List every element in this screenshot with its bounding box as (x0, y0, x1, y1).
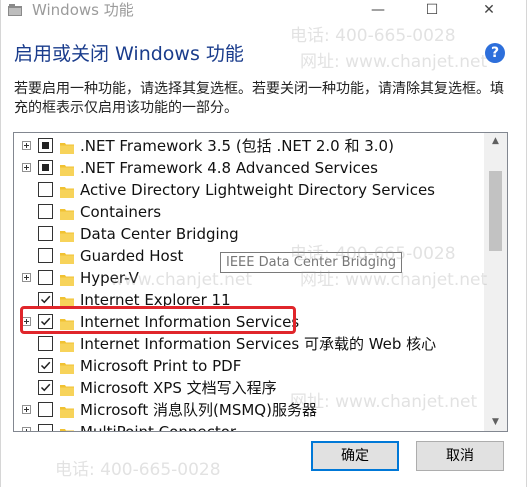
feature-checkbox[interactable] (38, 380, 53, 395)
dialog-description: 若要启用一种功能，请选择其复选框。若要关闭一种功能，请清除其复选框。填充的框表示… (14, 81, 504, 116)
folder-icon (60, 381, 74, 396)
feature-checkbox[interactable] (38, 336, 53, 351)
folder-icon (60, 293, 74, 308)
folder-icon (60, 205, 74, 220)
folder-icon (60, 227, 74, 242)
feature-row[interactable]: .NET Framework 3.5 (包括 .NET 2.0 和 3.0) (14, 135, 484, 157)
folder-icon (60, 337, 74, 352)
feature-label: Internet Information Services (80, 313, 300, 331)
feature-checkbox[interactable] (38, 358, 53, 373)
feature-label: Microsoft XPS 文档写入程序 (80, 379, 277, 397)
feature-label: Active Directory Lightweight Directory S… (80, 181, 435, 199)
feature-label: Hyper-V (80, 269, 139, 287)
folder-icon (60, 249, 74, 264)
dialog-heading: 启用或关闭 Windows 功能 (14, 43, 244, 65)
feature-row[interactable]: Internet Information Services 可承载的 Web 核… (14, 333, 484, 355)
feature-row[interactable]: Microsoft Print to PDF (14, 355, 484, 377)
close-button[interactable]: ✕ (466, 0, 512, 22)
feature-label: Internet Information Services 可承载的 Web 核… (80, 335, 437, 353)
cancel-button[interactable]: 取消 (416, 441, 504, 471)
feature-row[interactable]: .NET Framework 4.8 Advanced Services (14, 157, 484, 179)
features-tree-list[interactable]: .NET Framework 3.5 (包括 .NET 2.0 和 3.0) .N… (13, 132, 508, 432)
feature-checkbox[interactable] (38, 292, 53, 307)
feature-checkbox[interactable] (38, 314, 53, 329)
watermark-phone: 电话: 400-665-0028 (55, 460, 221, 480)
feature-label: .NET Framework 4.8 Advanced Services (80, 159, 378, 177)
help-icon[interactable]: ? (485, 43, 505, 63)
folder-icon (60, 161, 74, 176)
feature-label: Microsoft Print to PDF (80, 357, 242, 375)
windows-features-app-icon (8, 2, 22, 16)
scroll-up-arrow-icon[interactable]: ▲ (484, 133, 507, 150)
folder-icon (60, 183, 74, 198)
expand-icon[interactable] (22, 163, 31, 172)
expand-icon[interactable] (22, 273, 31, 282)
watermark-site: 网址: www.chanjet.net (300, 52, 488, 72)
title-bar: Windows 功能 — ☐ ✕ (0, 0, 527, 22)
folder-icon (60, 271, 74, 286)
feature-checkbox[interactable] (38, 182, 53, 197)
feature-row[interactable]: Microsoft 消息队列(MSMQ)服务器 (14, 399, 484, 421)
feature-checkbox[interactable] (38, 402, 53, 417)
feature-label: Data Center Bridging (80, 225, 239, 243)
feature-label: MultiPoint Connector (80, 421, 236, 431)
feature-label: Microsoft 消息队列(MSMQ)服务器 (80, 401, 317, 419)
feature-tooltip: IEEE Data Center Bridging (220, 252, 403, 273)
feature-row[interactable]: Active Directory Lightweight Directory S… (14, 179, 484, 201)
features-tree-items: .NET Framework 3.5 (包括 .NET 2.0 和 3.0) .N… (14, 133, 484, 431)
feature-checkbox[interactable] (38, 424, 53, 431)
expand-icon[interactable] (22, 317, 31, 326)
watermark-phone: 电话: 400-665-0028 (290, 26, 456, 46)
folder-icon (60, 359, 74, 374)
scrollbar-thumb[interactable] (489, 171, 502, 251)
windows-features-dialog: Windows 功能 — ☐ ✕ 启用或关闭 Windows 功能 ? 若要启用… (0, 0, 527, 487)
expand-icon[interactable] (22, 141, 31, 150)
expand-icon[interactable] (22, 405, 31, 414)
expand-icon[interactable] (22, 427, 31, 431)
feature-label: .NET Framework 3.5 (包括 .NET 2.0 和 3.0) (80, 137, 394, 155)
feature-label: Guarded Host (80, 247, 184, 265)
folder-icon (60, 315, 74, 330)
feature-checkbox[interactable] (38, 226, 53, 241)
feature-checkbox[interactable] (38, 138, 53, 153)
vertical-scrollbar[interactable]: ▲ ▼ (484, 133, 507, 431)
feature-row[interactable]: Containers (14, 201, 484, 223)
ok-button[interactable]: 确定 (311, 441, 399, 471)
feature-row[interactable]: MultiPoint Connector (14, 421, 484, 431)
window-title: Windows 功能 (32, 1, 134, 19)
feature-row[interactable]: Microsoft XPS 文档写入程序 (14, 377, 484, 399)
maximize-button[interactable]: ☐ (409, 0, 455, 22)
folder-icon (60, 425, 74, 431)
feature-label: Containers (80, 203, 162, 221)
feature-label: Internet Explorer 11 (80, 291, 231, 309)
feature-checkbox[interactable] (38, 270, 53, 285)
feature-row[interactable]: Internet Explorer 11 (14, 289, 484, 311)
scroll-down-arrow-icon[interactable]: ▼ (484, 414, 507, 431)
feature-checkbox[interactable] (38, 248, 53, 263)
feature-row[interactable]: Data Center Bridging (14, 223, 484, 245)
feature-checkbox[interactable] (38, 160, 53, 175)
folder-icon (60, 139, 74, 154)
folder-icon (60, 403, 74, 418)
feature-checkbox[interactable] (38, 204, 53, 219)
minimize-button[interactable]: — (355, 0, 401, 22)
feature-row[interactable]: Internet Information Services (14, 311, 484, 333)
